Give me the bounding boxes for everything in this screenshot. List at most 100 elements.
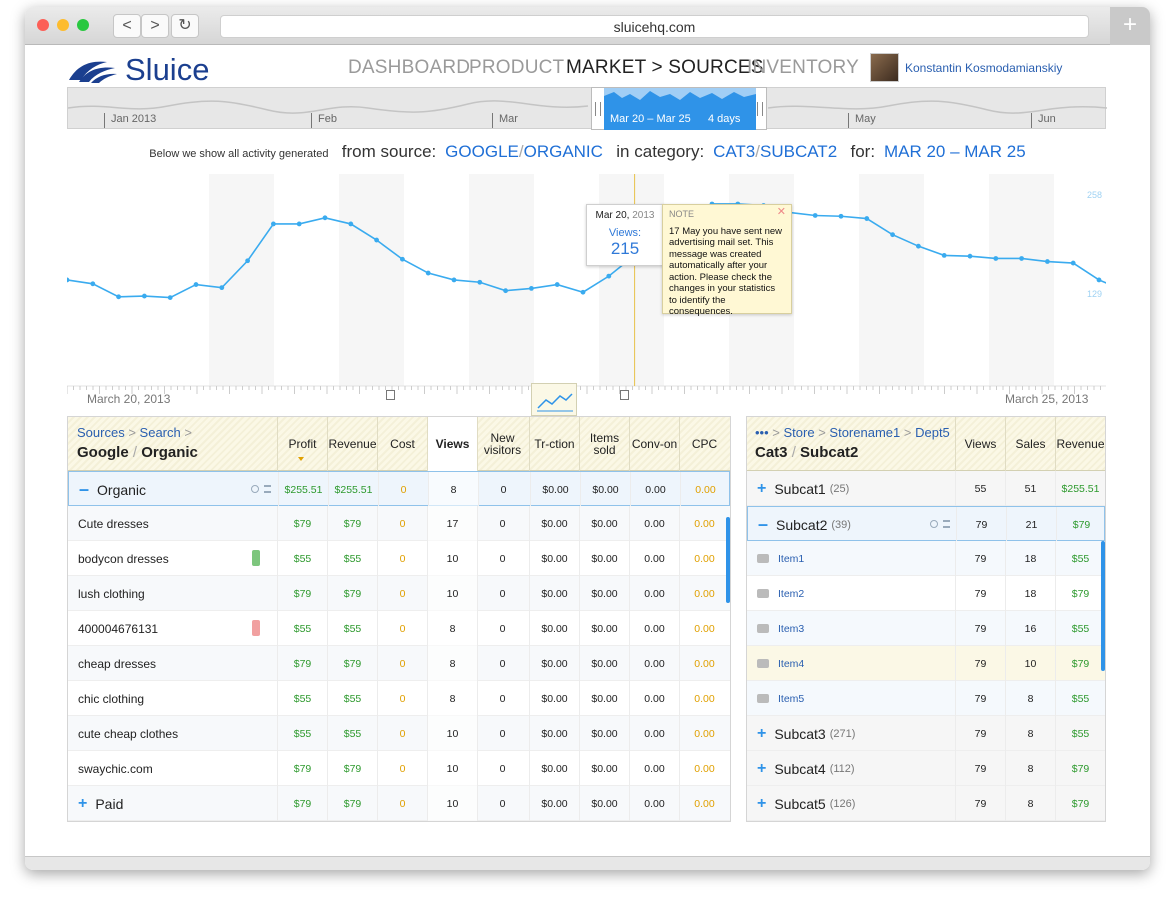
column-header-revenue[interactable]: Revenue <box>327 417 377 471</box>
minimize-window-button[interactable] <box>57 19 69 31</box>
table-row[interactable]: Cute dresses $79 $79 0 17 0 $0.00 $0.00 0.00 0.00 <box>68 506 730 541</box>
data-point[interactable] <box>374 237 379 243</box>
collapse-icon[interactable]: – <box>758 514 768 535</box>
item-row[interactable]: Item4 79 10 $79 <box>747 646 1105 681</box>
new-tab-button[interactable]: + <box>1110 7 1150 45</box>
left-drag-handle[interactable] <box>595 102 601 116</box>
item-link[interactable]: Item4 <box>778 658 804 670</box>
data-point[interactable] <box>90 281 96 287</box>
nav-dashboard[interactable]: DASHBOARD <box>348 57 470 79</box>
filter-source-organic[interactable]: ORGANIC <box>524 142 603 161</box>
item-row[interactable]: Item2 79 18 $79 <box>747 576 1105 611</box>
column-header-views[interactable]: Views <box>427 417 477 471</box>
data-point[interactable] <box>451 277 457 283</box>
data-point[interactable] <box>993 256 999 261</box>
column-header-cpc[interactable]: CPC <box>679 417 729 471</box>
search-icon[interactable] <box>930 520 938 528</box>
column-header-tr-ction[interactable]: Tr-ction <box>529 417 579 471</box>
selection-range[interactable]: Mar 20 – Mar 25 4 days <box>604 88 756 130</box>
address-bar[interactable]: sluicehq.com <box>220 15 1089 38</box>
data-point[interactable] <box>941 252 947 258</box>
subcategory-row[interactable]: + Subcat5 (126) 79 8 $79 <box>747 786 1105 821</box>
collapse-icon[interactable]: – <box>79 479 89 500</box>
sort-arrow-icon[interactable] <box>298 457 304 461</box>
column-header-views[interactable]: Views <box>955 417 1005 471</box>
data-point[interactable] <box>1045 259 1050 264</box>
data-point[interactable] <box>1096 277 1102 283</box>
data-point[interactable] <box>916 243 921 249</box>
data-point[interactable] <box>838 213 844 219</box>
nav-market-sources[interactable]: MARKET > SOURCES <box>566 57 764 79</box>
zoom-window-button[interactable] <box>77 19 89 31</box>
expand-icon[interactable]: + <box>757 480 766 498</box>
column-header-profit[interactable]: Profit <box>277 417 327 471</box>
nav-inventory[interactable]: INVENTORY <box>747 57 859 79</box>
item-link[interactable]: Item5 <box>778 693 804 705</box>
filter-source-google[interactable]: GOOGLE <box>445 142 519 161</box>
subcategory-row[interactable]: + Subcat1 (25) 55 51 $255.51 <box>747 471 1105 506</box>
filter-category-subcat2[interactable]: SUBCAT2 <box>760 142 837 161</box>
back-button[interactable]: < <box>113 14 141 38</box>
campaign-warning-icon[interactable] <box>252 620 260 636</box>
data-point[interactable] <box>64 277 70 283</box>
data-point[interactable] <box>503 288 508 294</box>
data-point[interactable] <box>142 293 147 299</box>
timeline-navigator[interactable]: Jan 2013 Feb Mar May Jun Mar 20 – Mar 25… <box>67 87 1107 130</box>
column-header-sales[interactable]: Sales <box>1005 417 1055 471</box>
subcategory-row[interactable]: – Subcat2 (39) 79 21 $79 <box>747 506 1105 542</box>
data-point[interactable] <box>245 258 251 264</box>
data-point[interactable] <box>529 285 534 291</box>
column-header-revenue[interactable]: Revenue <box>1055 417 1105 471</box>
expand-icon[interactable]: + <box>78 795 87 813</box>
item-row[interactable]: Item1 79 18 $55 <box>747 541 1105 576</box>
table-row[interactable]: bodycon dresses $55 $55 0 10 0 $0.00 $0.00 0.00 0… <box>68 541 730 576</box>
subcategory-row[interactable]: + Subcat4 (112) 79 8 $79 <box>747 751 1105 786</box>
column-header-items-sold[interactable]: Items sold <box>579 417 629 471</box>
list-icon[interactable] <box>264 485 271 493</box>
table-row[interactable]: cheap dresses $79 $79 0 8 0 $0.00 $0.00 0.00 0.00 <box>68 646 730 681</box>
item-row[interactable]: Item3 79 16 $55 <box>747 611 1105 646</box>
logo[interactable]: Sluice <box>67 52 209 88</box>
group-row-organic[interactable]: – Organic $255.51 $255.51 0 8 0 $0.00 $0.00 0.00 0… <box>68 471 730 507</box>
data-point[interactable] <box>167 295 173 301</box>
data-point[interactable] <box>400 256 405 262</box>
right-drag-handle[interactable] <box>757 102 763 116</box>
forward-button[interactable]: > <box>141 14 169 38</box>
user-menu[interactable]: Konstantin Kosmodamianskiy <box>870 53 1062 82</box>
table-row[interactable]: chic clothing $55 $55 0 8 0 $0.00 $0.00 0.00 0.00 <box>68 681 730 716</box>
data-point[interactable] <box>864 216 870 221</box>
data-point[interactable] <box>271 221 276 227</box>
data-point[interactable] <box>812 213 818 218</box>
table-row[interactable]: cute cheap clothes $55 $55 0 10 0 $0.00 $0.00 0.… <box>68 716 730 751</box>
subcategory-row[interactable]: + Subcat3 (271) 79 8 $55 <box>747 716 1105 751</box>
close-icon[interactable]: ✕ <box>777 206 786 219</box>
note-marker-icon[interactable] <box>386 390 395 400</box>
data-point[interactable] <box>580 289 586 295</box>
breadcrumb-more[interactable]: ••• <box>755 425 769 440</box>
data-point[interactable] <box>967 253 973 259</box>
close-window-button[interactable] <box>37 19 49 31</box>
sources-scrollbar[interactable] <box>726 517 730 603</box>
breadcrumb-store[interactable]: Store <box>784 425 815 440</box>
filter-date-range[interactable]: MAR 20 – MAR 25 <box>884 142 1026 161</box>
data-point[interactable] <box>890 232 895 238</box>
filter-category-cat3[interactable]: CAT3 <box>713 142 755 161</box>
data-point[interactable] <box>296 221 302 227</box>
column-header-cost[interactable]: Cost <box>377 417 427 471</box>
breadcrumb-storename[interactable]: Storename1 <box>829 425 900 440</box>
data-point[interactable] <box>193 282 199 287</box>
item-link[interactable]: Item3 <box>778 623 804 635</box>
timeline-selection[interactable]: Mar 20 – Mar 25 4 days <box>591 87 767 130</box>
table-row[interactable]: lush clothing $79 $79 0 10 0 $0.00 $0.00 0.00 0.0… <box>68 576 730 611</box>
column-header-new-visitors[interactable]: New visitors <box>477 417 527 471</box>
data-point[interactable] <box>219 285 225 291</box>
column-header-conv-on[interactable]: Conv-on <box>629 417 679 471</box>
data-point[interactable] <box>322 215 328 221</box>
data-point[interactable] <box>116 294 121 300</box>
breadcrumb-dept[interactable]: Dept5 <box>915 425 950 440</box>
data-point[interactable] <box>425 270 431 276</box>
item-link[interactable]: Item2 <box>778 588 804 600</box>
data-point[interactable] <box>606 273 612 279</box>
note-marker-icon[interactable] <box>620 390 629 400</box>
reload-button[interactable]: ↻ <box>171 14 199 38</box>
